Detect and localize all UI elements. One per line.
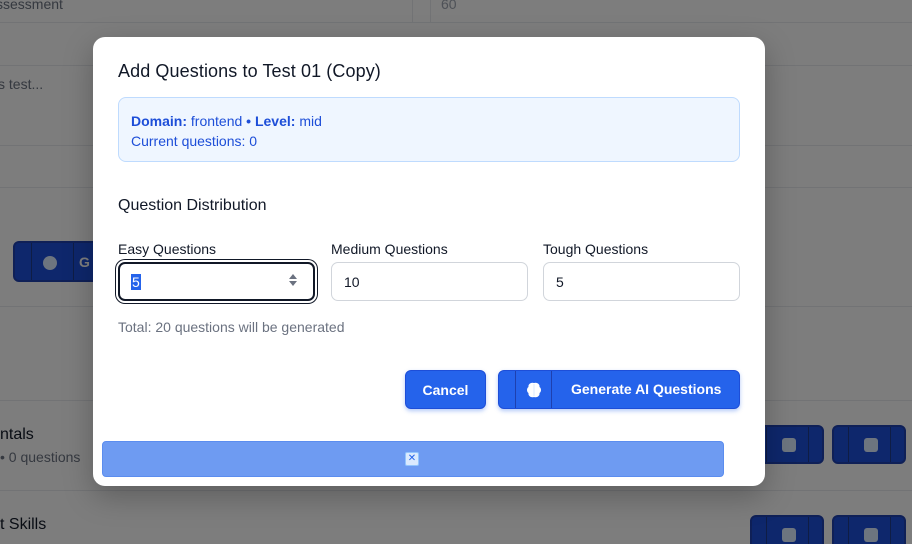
test-info-box: Domain: frontend • Level: mid Current qu… (118, 97, 740, 162)
easy-questions-input[interactable]: 5 (118, 262, 315, 301)
domain-level-line: Domain: frontend • Level: mid (131, 113, 322, 129)
section-title: Question Distribution (118, 197, 267, 214)
tough-questions-input[interactable]: 5 (543, 262, 740, 301)
easy-questions-label: Easy Questions (118, 241, 217, 257)
tough-questions-label: Tough Questions (543, 241, 649, 257)
tough-questions-field: Tough Questions 5 (543, 240, 740, 301)
current-questions-line: Current questions: 0 (131, 133, 258, 149)
medium-questions-label: Medium Questions (331, 241, 448, 257)
brain-icon (527, 382, 541, 398)
medium-questions-field: Medium Questions 10 (331, 240, 528, 301)
medium-questions-input[interactable]: 10 (331, 262, 528, 301)
generate-label: Generate AI Questions (571, 381, 722, 397)
generate-ai-questions-button[interactable]: Generate AI Questions (498, 370, 740, 409)
close-icon[interactable]: ✕ (405, 452, 419, 466)
easy-questions-field: Easy Questions 5 (118, 240, 315, 301)
add-questions-modal: Add Questions to Test 01 (Copy) Domain: … (93, 37, 765, 486)
spinner-icon[interactable] (289, 274, 297, 286)
notification-bar: ✕ (102, 441, 724, 477)
total-summary: Total: 20 questions will be generated (118, 319, 345, 335)
cancel-button[interactable]: Cancel (405, 370, 486, 409)
modal-title: Add Questions to Test 01 (Copy) (118, 61, 381, 81)
